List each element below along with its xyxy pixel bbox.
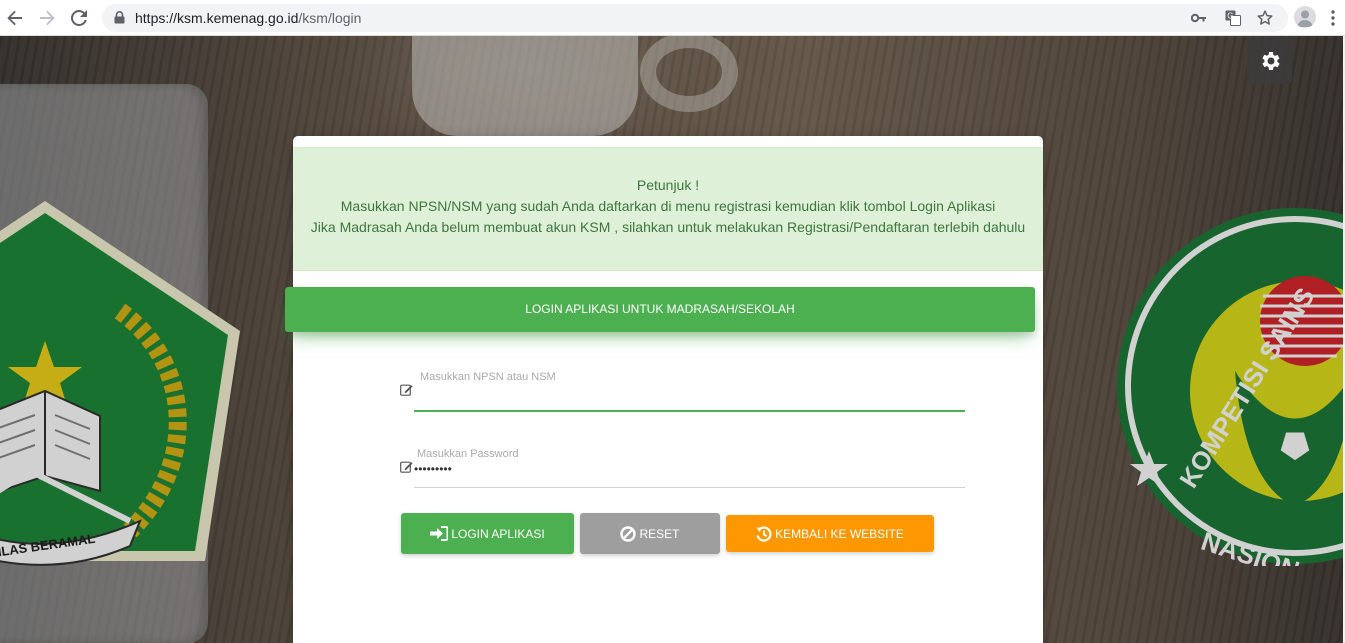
notice-title: Petunjuk ! <box>636 177 700 193</box>
reset-button[interactable]: RESET <box>580 513 720 554</box>
password-label: Masukkan Password <box>417 448 519 460</box>
gear-icon <box>1261 51 1280 70</box>
profile-avatar-icon[interactable] <box>1294 6 1316 28</box>
npsn-label: Masukkan NPSN atau NSM <box>420 371 556 383</box>
ban-icon <box>620 525 637 542</box>
history-icon <box>756 525 772 542</box>
arrow-left-icon <box>7 10 22 26</box>
key-icon[interactable] <box>1190 9 1208 27</box>
back-button-label: KEMBALI KE WEBSITE <box>775 526 904 541</box>
npsn-field[interactable]: Masukkan NPSN atau NSM <box>400 368 965 414</box>
npsn-underline <box>414 410 965 412</box>
browser-toolbar: https://ksm.kemenag.go.id/ksm/login G <box>0 0 1345 36</box>
password-underline <box>414 487 965 488</box>
forward-button[interactable] <box>35 6 59 30</box>
url-path: /ksm/login <box>298 10 362 26</box>
notice-line-2: Jika Madrasah Anda belum membuat akun KS… <box>310 219 1026 235</box>
address-bar[interactable]: https://ksm.kemenag.go.id/ksm/login G <box>102 4 1288 32</box>
reload-button[interactable] <box>67 6 91 30</box>
settings-button[interactable] <box>1247 37 1292 84</box>
browser-menu-icon[interactable] <box>1330 8 1336 28</box>
password-input[interactable]: ••••••••• <box>414 462 452 476</box>
translate-icon[interactable]: G <box>1224 9 1242 27</box>
password-field[interactable]: Masukkan Password ••••••••• <box>400 446 965 490</box>
svg-text:G: G <box>1227 12 1233 21</box>
back-to-website-button[interactable]: KEMBALI KE WEBSITE <box>726 515 934 552</box>
edit-icon <box>400 461 413 473</box>
instruction-notice: Petunjuk ! Masukkan NPSN/NSM yang sudah … <box>293 147 1043 271</box>
login-button[interactable]: LOGIN APLIKASI <box>401 513 574 554</box>
url-host: https://ksm.kemenag.go.id <box>135 10 299 26</box>
lock-icon <box>114 11 125 24</box>
back-button[interactable] <box>3 6 27 30</box>
notice-line-1: Masukkan NPSN/NSM yang sudah Anda daftar… <box>340 198 996 214</box>
reload-icon <box>71 10 87 26</box>
edit-icon <box>400 384 413 396</box>
arrow-right-icon <box>40 10 55 26</box>
login-header: LOGIN APLIKASI UNTUK MADRASAH/SEKOLAH <box>285 287 1035 332</box>
star-icon[interactable] <box>1256 9 1274 27</box>
reset-button-label: RESET <box>639 526 680 541</box>
url-text: https://ksm.kemenag.go.id/ksm/login <box>135 10 361 26</box>
sign-in-icon <box>430 526 449 541</box>
login-button-label: LOGIN APLIKASI <box>451 526 545 541</box>
